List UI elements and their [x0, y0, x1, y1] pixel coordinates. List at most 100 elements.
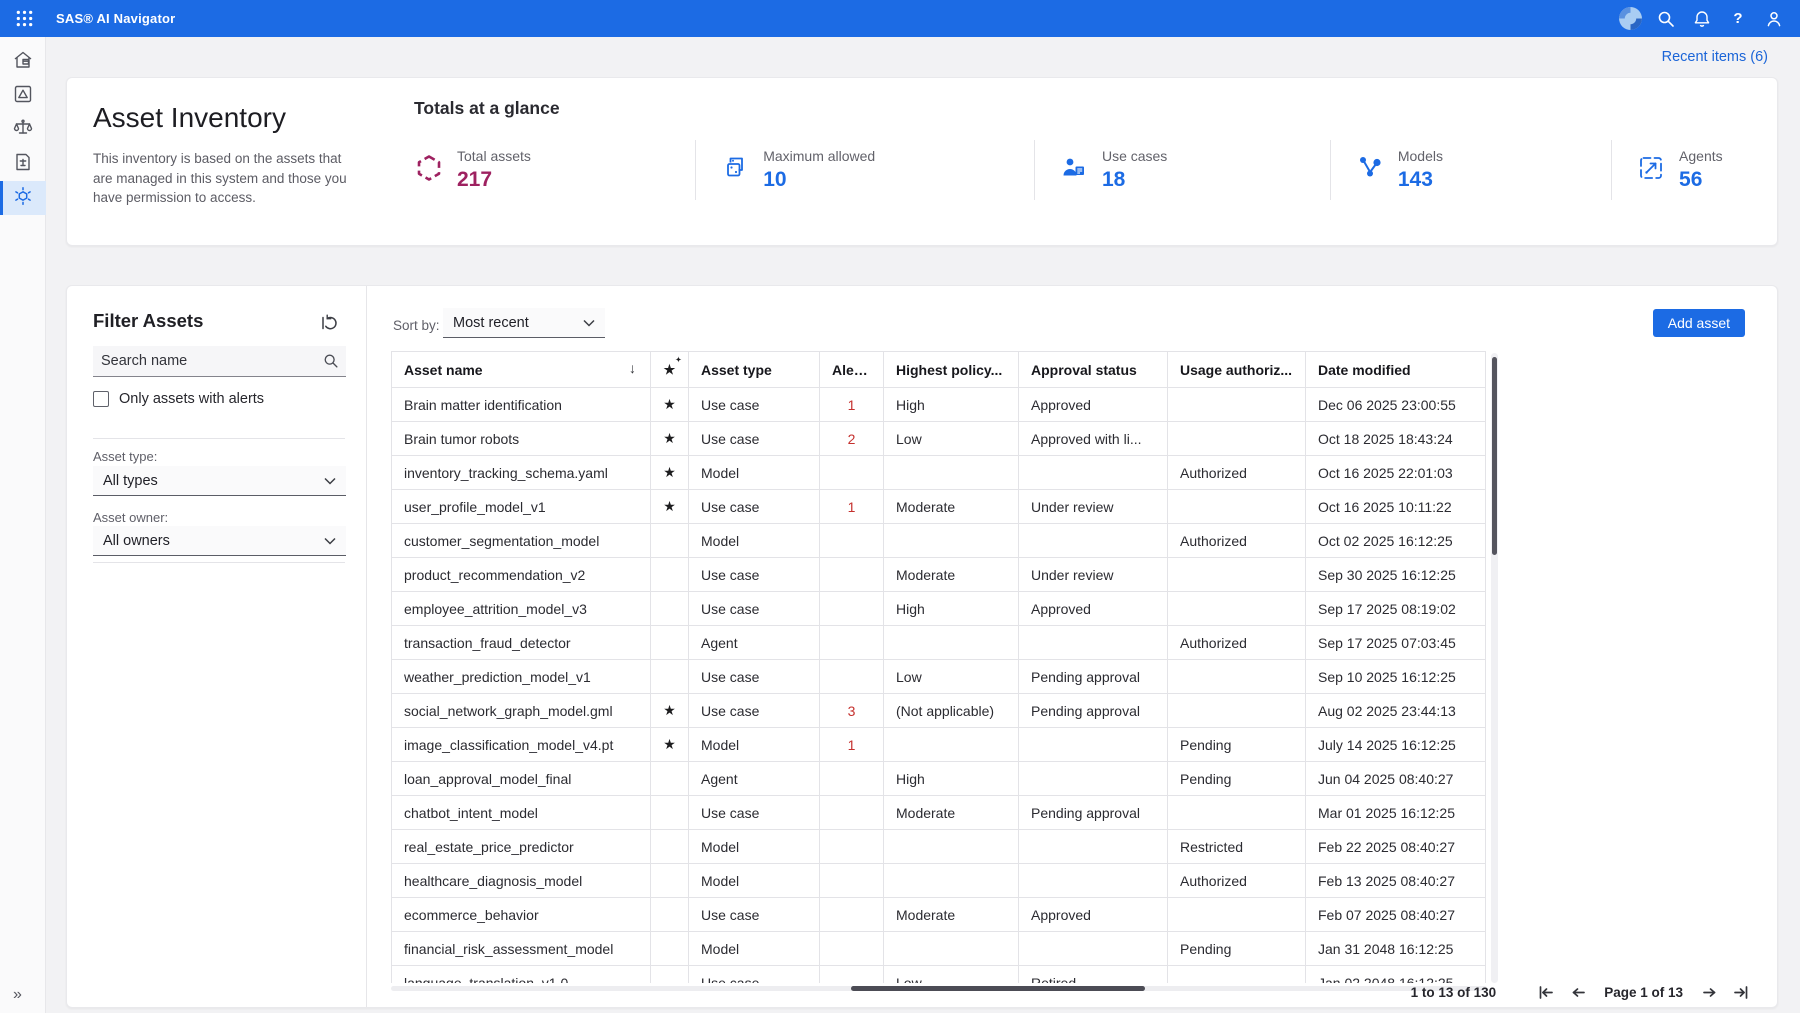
approval-status-cell: Retired	[1019, 966, 1168, 984]
table-row[interactable]: Brain matter identification ★ Use case 1…	[392, 388, 1486, 422]
sort-by-select[interactable]: Most recent	[443, 308, 605, 338]
table-row[interactable]: inventory_tracking_schema.yaml ★ Model A…	[392, 456, 1486, 490]
usage-authorization-cell	[1168, 388, 1306, 422]
vertical-scrollbar[interactable]	[1491, 353, 1498, 983]
recent-items-link[interactable]: Recent items (6)	[1662, 49, 1768, 65]
alerts-count-cell	[820, 558, 884, 592]
only-alerts-checkbox[interactable]	[93, 391, 109, 407]
column-header-asset-type[interactable]: Asset type	[689, 352, 820, 388]
asset-name-cell[interactable]: product_recommendation_v2	[392, 558, 651, 592]
approval-status-cell: Under review	[1019, 490, 1168, 524]
asset-name-cell[interactable]: social_network_graph_model.gml	[392, 694, 651, 728]
notifications-bell-icon[interactable]	[1688, 5, 1716, 33]
table-row[interactable]: weather_prediction_model_v1 Use case Low…	[392, 660, 1486, 694]
asset-name-cell[interactable]: healthcare_diagnosis_model	[392, 864, 651, 898]
asset-name-cell[interactable]: Brain tumor robots	[392, 422, 651, 456]
top-app-bar: SAS® AI Navigator ?	[0, 0, 1800, 37]
search-icon[interactable]	[1652, 5, 1680, 33]
last-page-icon[interactable]	[1731, 982, 1751, 1002]
asset-name-cell[interactable]: employee_attrition_model_v3	[392, 592, 651, 626]
highest-policy-cell: Moderate	[884, 796, 1019, 830]
asset-name-cell[interactable]: language_translation_v1.0	[392, 966, 651, 984]
column-header-date-modified[interactable]: Date modified	[1306, 352, 1486, 388]
table-row[interactable]: language_translation_v1.0 Use case Low R…	[392, 966, 1486, 984]
approval-status-cell: Approved with li...	[1019, 422, 1168, 456]
table-row[interactable]: social_network_graph_model.gml ★ Use cas…	[392, 694, 1486, 728]
column-header-favorites[interactable]: ★✦	[651, 352, 689, 388]
asset-type-select[interactable]: All types	[93, 466, 346, 496]
next-page-icon[interactable]	[1699, 982, 1719, 1002]
sidebar-item-governance[interactable]	[0, 113, 46, 147]
expand-sidebar-button[interactable]: »	[0, 985, 46, 1005]
table-row[interactable]: healthcare_diagnosis_model Model Authori…	[392, 864, 1486, 898]
reset-filters-icon[interactable]	[318, 312, 340, 334]
asset-name-cell[interactable]: transaction_fraud_detector	[392, 626, 651, 660]
user-icon[interactable]	[1760, 5, 1788, 33]
table-row[interactable]: image_classification_model_v4.pt ★ Model…	[392, 728, 1486, 762]
horizontal-scrollbar-thumb[interactable]	[851, 986, 1145, 991]
alerts-count-cell	[820, 660, 884, 694]
table-row[interactable]: user_profile_model_v1 ★ Use case 1 Moder…	[392, 490, 1486, 524]
table-row[interactable]: real_estate_price_predictor Model Restri…	[392, 830, 1486, 864]
table-row[interactable]: customer_segmentation_model Model Author…	[392, 524, 1486, 558]
usage-authorization-cell	[1168, 966, 1306, 984]
app-title: SAS® AI Navigator	[56, 11, 175, 26]
sidebar-item-home[interactable]	[0, 45, 46, 79]
asset-name-cell[interactable]: financial_risk_assessment_model	[392, 932, 651, 966]
search-input[interactable]	[93, 353, 323, 369]
asset-name-cell[interactable]: Brain matter identification	[392, 388, 651, 422]
assets-hexagon-icon	[414, 153, 444, 188]
alerts-count-cell	[820, 456, 884, 490]
column-header-alerts[interactable]: Alerts	[820, 352, 884, 388]
asset-name-cell[interactable]: chatbot_intent_model	[392, 796, 651, 830]
column-header-highest-policy[interactable]: Highest policy...	[884, 352, 1019, 388]
sidebar-item-model-studio[interactable]	[0, 79, 46, 113]
asset-name-cell[interactable]: customer_segmentation_model	[392, 524, 651, 558]
table-row[interactable]: product_recommendation_v2 Use case Moder…	[392, 558, 1486, 592]
favorite-star-icon	[651, 932, 689, 966]
asset-owner-select[interactable]: All owners	[93, 526, 346, 556]
asset-name-cell[interactable]: real_estate_price_predictor	[392, 830, 651, 864]
highest-policy-cell	[884, 830, 1019, 864]
help-icon[interactable]: ?	[1724, 5, 1752, 33]
date-modified-cell: Sep 17 2025 08:19:02	[1306, 592, 1486, 626]
table-row[interactable]: Brain tumor robots ★ Use case 2 Low Appr…	[392, 422, 1486, 456]
table-row[interactable]: transaction_fraud_detector Agent Authori…	[392, 626, 1486, 660]
asset-name-cell[interactable]: user_profile_model_v1	[392, 490, 651, 524]
sas-logo[interactable]	[1616, 5, 1644, 33]
favorite-star-icon	[651, 864, 689, 898]
table-row[interactable]: employee_attrition_model_v3 Use case Hig…	[392, 592, 1486, 626]
asset-name-cell[interactable]: weather_prediction_model_v1	[392, 660, 651, 694]
table-row[interactable]: ecommerce_behavior Use case Moderate App…	[392, 898, 1486, 932]
sidebar-item-policies[interactable]	[0, 147, 46, 181]
only-alerts-checkbox-row[interactable]: Only assets with alerts	[93, 391, 264, 407]
table-row[interactable]: chatbot_intent_model Use case Moderate P…	[392, 796, 1486, 830]
sort-descending-icon[interactable]: ↓	[629, 360, 636, 376]
asset-name-cell[interactable]: image_classification_model_v4.pt	[392, 728, 651, 762]
table-row[interactable]: loan_approval_model_final Agent High Pen…	[392, 762, 1486, 796]
asset-name-cell[interactable]: loan_approval_model_final	[392, 762, 651, 796]
highest-policy-cell: Moderate	[884, 898, 1019, 932]
usage-authorization-cell: Restricted	[1168, 830, 1306, 864]
add-asset-button[interactable]: Add asset	[1653, 309, 1745, 337]
favorite-star-icon	[651, 796, 689, 830]
stat-use-cases: Use cases 18	[1034, 140, 1330, 200]
search-name-field[interactable]	[93, 346, 346, 377]
sidebar-item-asset-inventory[interactable]	[0, 181, 46, 215]
first-page-icon[interactable]	[1536, 982, 1556, 1002]
table-row[interactable]: financial_risk_assessment_model Model Pe…	[392, 932, 1486, 966]
column-header-approval-status[interactable]: Approval status	[1019, 352, 1168, 388]
asset-type-cell: Use case	[689, 490, 820, 524]
favorite-star-icon	[651, 626, 689, 660]
horizontal-scrollbar[interactable]	[391, 986, 1487, 991]
totals-stats-row: Total assets 217 Maximum allowed 10	[414, 134, 1753, 206]
previous-page-icon[interactable]	[1568, 982, 1588, 1002]
vertical-scrollbar-thumb[interactable]	[1492, 357, 1497, 555]
date-modified-cell: Jan 31 2048 16:12:25	[1306, 932, 1486, 966]
apps-grid-icon[interactable]	[9, 4, 39, 34]
column-header-usage-authorization[interactable]: Usage authoriz...	[1168, 352, 1306, 388]
column-header-asset-name[interactable]: Asset name ↓	[392, 352, 651, 388]
asset-name-cell[interactable]: inventory_tracking_schema.yaml	[392, 456, 651, 490]
asset-name-cell[interactable]: ecommerce_behavior	[392, 898, 651, 932]
highest-policy-cell: Moderate	[884, 490, 1019, 524]
